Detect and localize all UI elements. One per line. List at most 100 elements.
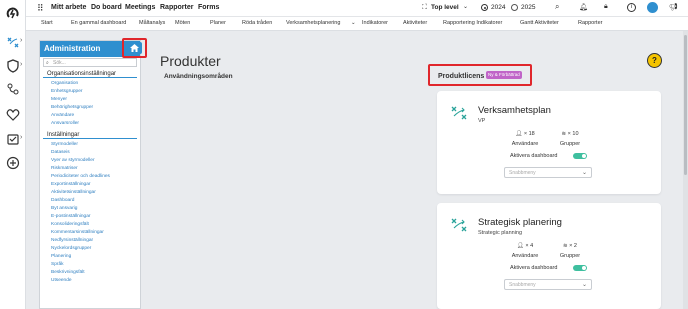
product-card-verksamhetsplan[interactable]: Verksamhetsplan VP 👤︎ × 18 Användare ≋ ×… [437, 91, 661, 194]
subnav-indikatorer[interactable]: Indikatorer [362, 20, 388, 26]
year-2025-label: 2025 [521, 4, 536, 11]
nav-forms[interactable]: Forms [198, 4, 219, 11]
groups-count: × 2 [569, 243, 577, 249]
users-stat: 👤︎ × 18 Användare [505, 131, 545, 147]
radio-2025[interactable] [511, 4, 518, 11]
left-icon-bar: › › › [0, 0, 26, 309]
grid-menu-icon[interactable]: ⠿ [37, 3, 44, 14]
admin-link[interactable]: Byt ansvarig [40, 205, 140, 213]
chevron-down-icon: ⌄ [581, 170, 587, 176]
admin-link[interactable]: Språk [40, 261, 140, 269]
route-icon[interactable] [4, 80, 22, 98]
quickmenu-value: Snabbmeny [509, 282, 536, 288]
admin-link[interactable]: Utseende [40, 277, 140, 285]
help-icon[interactable]: ? [647, 53, 662, 68]
search-icon: ⌕ [46, 60, 49, 66]
subnav-verksamhetsplanering[interactable]: Verksamhetsplanering [286, 20, 340, 26]
scrollbar-thumb[interactable] [684, 35, 687, 175]
page-title: Produkter [160, 53, 221, 69]
settings-links: Styrmodeller Dataseis Vyer av styrmodeller… [40, 141, 140, 285]
users-label: Användare [511, 253, 539, 259]
admin-link[interactable]: Dashboard [40, 197, 140, 205]
section-installningar: Inställningar [43, 132, 137, 139]
subnav-start[interactable]: Start [41, 20, 53, 26]
chevron-down-icon: ⌄ [351, 20, 356, 26]
home-button[interactable] [127, 42, 142, 54]
user-avatar[interactable] [647, 2, 658, 13]
groups-count: × 10 [567, 131, 579, 137]
dashboard-toggle[interactable] [573, 153, 587, 159]
strategy-icon [451, 106, 467, 120]
nav-do-board[interactable]: Do board [91, 4, 122, 11]
search-icon[interactable]: ⌕ [555, 2, 559, 12]
new-improved-badge: Ny & Förbättrad [486, 71, 522, 79]
admin-link[interactable]: Användare [40, 112, 140, 120]
nav-mitt-arbete[interactable]: Mitt arbete [51, 4, 86, 11]
app-logo-icon[interactable] [4, 5, 22, 23]
section-organisationsinstallningar: Organisationsinställningar [43, 71, 137, 78]
subnav-planer[interactable]: Planer [210, 20, 226, 26]
subnav-aktiviteter[interactable]: Aktiviteter [403, 20, 427, 26]
megaphone-icon[interactable]: 📢︎ [669, 3, 678, 11]
heart-icon[interactable] [4, 106, 22, 124]
home-icon [130, 44, 139, 52]
admin-link[interactable]: Konsolideringsfält [40, 221, 140, 229]
quickmenu-select[interactable]: Snabbmeny ⌄ [504, 279, 592, 290]
chevron-right-icon: › [20, 37, 23, 44]
admin-link[interactable]: Riskmatriser [40, 165, 140, 173]
admin-link[interactable]: Menyer [40, 96, 140, 104]
admin-link[interactable]: Nyckelordsgrupper [40, 245, 140, 253]
admin-link[interactable]: Vyer av styrmodeller [40, 157, 140, 165]
groups-stat: ≋ × 2 Grupper [550, 243, 590, 259]
dashboard-toggle[interactable] [573, 265, 587, 271]
admin-link[interactable]: E-postinställningar [40, 213, 140, 221]
admin-link[interactable]: Organisation [40, 80, 140, 88]
admin-link[interactable]: Beskrivningsfält [40, 269, 140, 277]
info-icon[interactable]: i [627, 3, 636, 12]
admin-search-input[interactable]: ⌕ Sök... [43, 58, 137, 67]
admin-link[interactable]: Behörighetsgrupper [40, 104, 140, 112]
strategy-icon [451, 218, 467, 232]
nav-meetings[interactable]: Meetings [125, 4, 155, 11]
admin-link[interactable]: Planering [40, 253, 140, 261]
admin-link[interactable]: Periodiciteter och deadlines [40, 173, 140, 181]
subnav-gantt-aktiviteter[interactable]: Gantt Aktiviteter [520, 20, 559, 26]
users-label: Användare [511, 141, 539, 147]
page-scrollbar[interactable] [683, 31, 688, 309]
organisation-links: Organisation Enhetsgrupper Menyer Behörighe… [40, 80, 140, 128]
subnav-gammal-dashboard[interactable]: En gammal dashboard [71, 20, 126, 26]
quickmenu-value: Snabbmeny [509, 170, 536, 176]
admin-link[interactable]: Nedfyrsinställningar [40, 237, 140, 245]
subnav-rapportering-indikatorer[interactable]: Rapportering Indikatorer [443, 20, 502, 26]
card-title: Strategisk planering [478, 217, 562, 228]
groups-label: Grupper [559, 141, 581, 147]
users-stat: 👤︎ × 4 Användare [505, 243, 545, 259]
admin-link[interactable]: Dataseis [40, 149, 140, 157]
subnav-roda-traden[interactable]: Röda tråden [242, 20, 272, 26]
admin-link[interactable]: Ansvarsroller [40, 120, 140, 128]
activate-dashboard-label: Aktivera dashboard [510, 153, 558, 159]
product-card-strategisk-planering[interactable]: Strategisk planering Strategic planning … [437, 203, 661, 309]
lock-icon[interactable]: 🔒︎ [604, 3, 608, 11]
add-circle-icon[interactable] [4, 154, 22, 172]
year-2024-label: 2024 [491, 4, 506, 11]
admin-search-placeholder: Sök... [53, 60, 66, 66]
nav-rapporter[interactable]: Rapporter [160, 4, 193, 11]
subnav-maltanalys[interactable]: Måltanalys [139, 20, 165, 26]
admin-link[interactable]: Styrmodeller [40, 141, 140, 149]
chevron-right-icon: › [20, 134, 23, 141]
admin-link[interactable]: Kommentarsinställningar [40, 229, 140, 237]
level-selector[interactable]: Top level [431, 4, 459, 11]
subnav-moten[interactable]: Möten [175, 20, 190, 26]
chevron-right-icon: › [20, 61, 23, 68]
quickmenu-select[interactable]: Snabbmeny ⌄ [504, 167, 592, 178]
admin-link[interactable]: Aktivitetsinställningar [40, 189, 140, 197]
radio-2024-selected[interactable] [481, 4, 488, 11]
users-count: × 18 [523, 131, 535, 137]
admin-link[interactable]: Exportinställningar [40, 181, 140, 189]
bell-icon[interactable]: 🔔︎ [579, 3, 588, 11]
admin-link[interactable]: Enhetsgrupper [40, 88, 140, 96]
layers-icon: ≋ [561, 131, 567, 137]
chevron-down-icon: ⌄ [581, 282, 587, 288]
subnav-rapporter[interactable]: Rapporter [578, 20, 602, 26]
